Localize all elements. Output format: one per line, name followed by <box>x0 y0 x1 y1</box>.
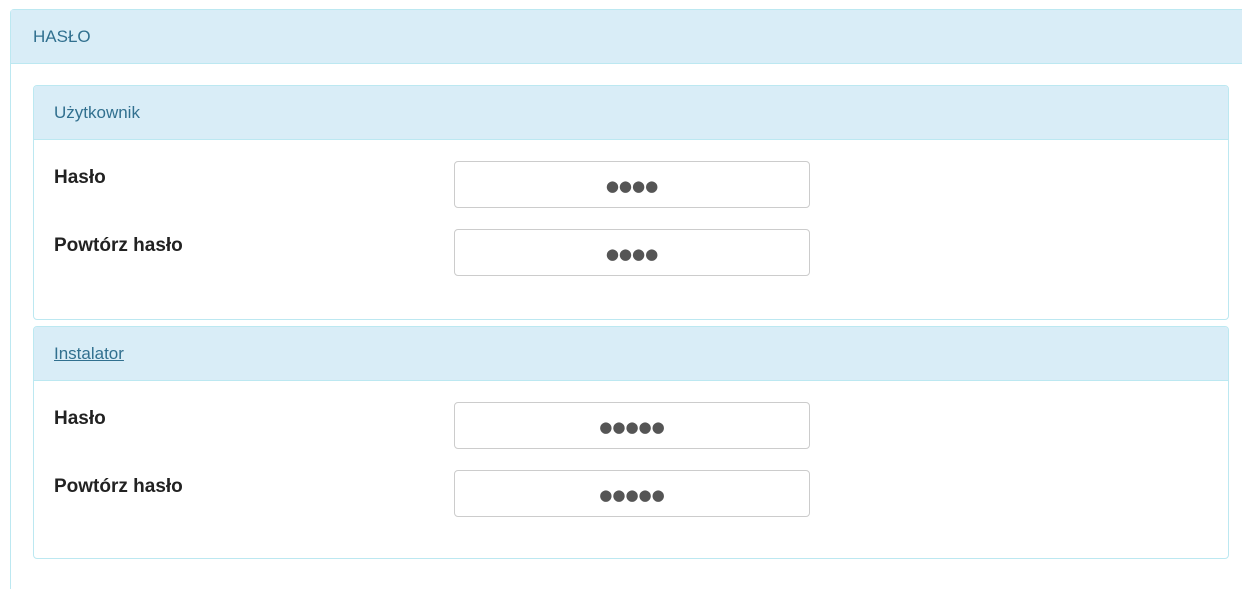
installer-password-value: ●●●●● <box>599 417 665 436</box>
installer-password-row: Hasło ●●●●● <box>34 402 1228 450</box>
installer-password-label: Hasło <box>54 408 106 429</box>
user-repeat-password-input[interactable]: ●●●● <box>454 229 810 276</box>
user-section: Użytkownik Hasło ●●●● Powtórz hasło ●●●● <box>33 85 1229 320</box>
user-repeat-password-label: Powtórz hasło <box>54 235 183 256</box>
panel-title: HASŁO <box>33 26 91 46</box>
password-panel: HASŁO Użytkownik Hasło ●●●● Powtórz hasł… <box>10 9 1242 589</box>
user-section-title: Użytkownik <box>54 102 140 122</box>
installer-repeat-password-value: ●●●●● <box>599 485 665 504</box>
password-panel-heading: HASŁO <box>11 10 1242 64</box>
installer-section: Instalator Hasło ●●●●● Powtórz hasło ●●●… <box>33 326 1229 559</box>
user-password-row: Hasło ●●●● <box>34 161 1228 209</box>
user-repeat-password-value: ●●●● <box>605 244 659 263</box>
installer-password-input[interactable]: ●●●●● <box>454 402 810 449</box>
user-password-input[interactable]: ●●●● <box>454 161 810 208</box>
user-section-heading: Użytkownik <box>34 86 1228 140</box>
installer-repeat-password-row: Powtórz hasło ●●●●● <box>34 470 1228 518</box>
installer-section-link[interactable]: Instalator <box>54 344 124 364</box>
installer-section-heading[interactable]: Instalator <box>34 327 1228 381</box>
user-password-value: ●●●● <box>605 176 659 195</box>
user-repeat-password-row: Powtórz hasło ●●●● <box>34 229 1228 277</box>
user-password-label: Hasło <box>54 167 106 188</box>
installer-repeat-password-label: Powtórz hasło <box>54 476 183 497</box>
installer-repeat-password-input[interactable]: ●●●●● <box>454 470 810 517</box>
